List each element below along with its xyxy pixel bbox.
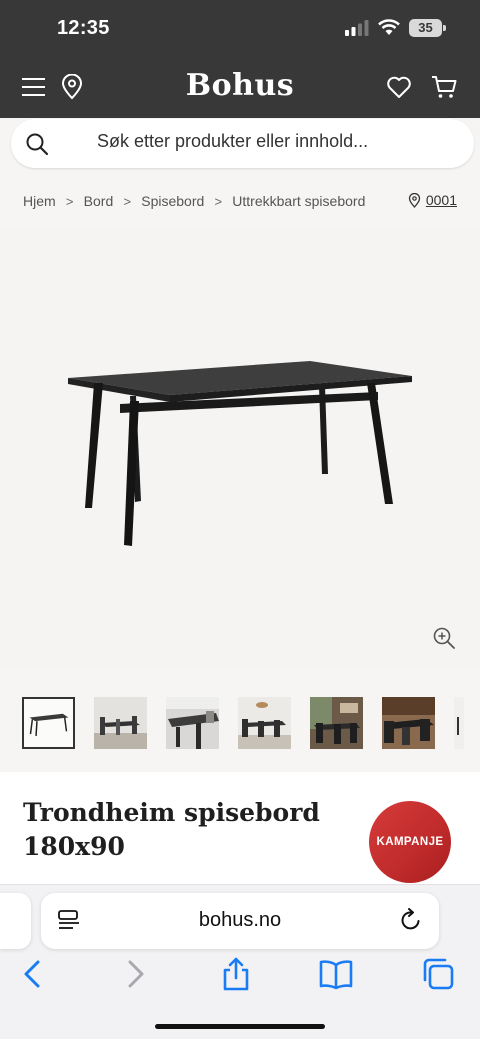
heart-icon[interactable] <box>386 74 412 100</box>
battery-tip <box>443 25 446 31</box>
product-info: Trondheim spisebord 180x90 KAMPANJE <box>0 772 480 884</box>
gallery-thumbnail[interactable] <box>238 697 291 749</box>
back-icon[interactable] <box>14 956 50 992</box>
share-icon[interactable] <box>218 956 254 992</box>
reload-icon[interactable] <box>399 908 423 932</box>
breadcrumb-current[interactable]: Uttrekkbart spisebord <box>232 193 365 209</box>
breadcrumb-home[interactable]: Hjem <box>23 193 56 209</box>
chevron-right-icon: > <box>65 193 74 209</box>
url-text[interactable]: bohus.no <box>41 909 439 932</box>
gallery-thumbnail[interactable] <box>382 697 435 749</box>
image-gallery-thumbnails <box>22 697 480 749</box>
search-icon[interactable] <box>25 132 49 156</box>
app-header: 12:35 35 Bohus <box>0 0 480 118</box>
store-code[interactable]: 0001 <box>426 192 457 208</box>
browser-toolbar: bohus.no <box>0 884 480 1039</box>
forward-icon[interactable] <box>118 956 154 992</box>
location-pin-icon <box>408 192 420 208</box>
breadcrumb: Hjem > Bord > Spisebord > Uttrekkbart sp… <box>23 193 365 209</box>
chevron-right-icon: > <box>123 193 132 209</box>
campaign-badge: KAMPANJE <box>369 801 451 883</box>
gallery-thumbnail[interactable] <box>22 697 75 749</box>
product-photo-table <box>68 361 412 546</box>
chevron-right-icon: > <box>214 193 223 209</box>
wifi-icon <box>378 19 400 35</box>
tabs-icon[interactable] <box>420 956 456 992</box>
signal-icon <box>345 20 369 36</box>
gallery-thumbnail[interactable] <box>166 697 219 749</box>
status-time: 12:35 <box>57 17 110 39</box>
bookmarks-icon[interactable] <box>318 956 354 992</box>
gallery-thumbnail[interactable] <box>454 697 464 749</box>
battery-indicator: 35 <box>409 19 442 37</box>
store-selector[interactable]: 0001 <box>408 192 457 208</box>
gallery-thumbnail[interactable] <box>94 697 147 749</box>
search-bar[interactable] <box>11 119 474 168</box>
home-indicator <box>155 1024 325 1029</box>
cart-icon[interactable] <box>431 74 457 100</box>
product-image[interactable] <box>0 226 480 666</box>
gallery-thumbnail[interactable] <box>310 697 363 749</box>
breadcrumb-bord[interactable]: Bord <box>84 193 114 209</box>
product-title: Trondheim spisebord 180x90 <box>23 798 320 861</box>
search-input[interactable] <box>97 131 437 152</box>
address-bar[interactable]: bohus.no <box>41 893 439 949</box>
zoom-in-icon[interactable] <box>432 626 456 650</box>
previous-tab-preview[interactable] <box>0 893 31 949</box>
breadcrumb-spisebord[interactable]: Spisebord <box>141 193 204 209</box>
